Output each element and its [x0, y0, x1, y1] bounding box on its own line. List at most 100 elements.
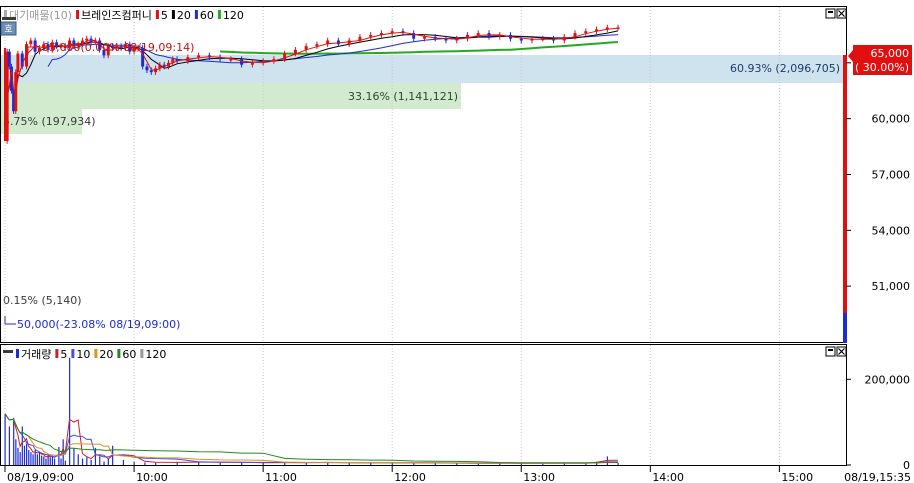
volume-bar — [36, 454, 38, 465]
volume-legend-label: 20 — [99, 348, 113, 361]
volume-legend-swatch — [117, 349, 121, 358]
legend-label: 60 — [200, 9, 214, 22]
candle-body — [149, 70, 153, 73]
volume-bar — [86, 457, 88, 465]
volume-bar — [8, 426, 11, 465]
candle-body — [197, 55, 201, 58]
x-tick-label: 13:00 — [523, 471, 555, 483]
candle-body — [145, 66, 149, 71]
volume-bar — [219, 462, 221, 465]
x-tick-label: 08/19,09:00 — [7, 471, 74, 483]
volume-legend-swatch — [16, 349, 19, 358]
volume-bar — [32, 454, 34, 465]
volume-bar — [103, 461, 105, 465]
volume-bar — [348, 463, 350, 465]
price-panel: 60.93% (2,096,705) 33.16% (1,141,121) 5.… — [0, 0, 914, 343]
volume-bar — [542, 463, 544, 465]
y-tick-label: 54,000 — [872, 224, 911, 237]
legend-label: 대기매물(10) — [9, 9, 72, 22]
legend-swatch — [194, 10, 198, 19]
volume-legend-label: 60 — [122, 348, 136, 361]
volume-ma60-line — [4, 413, 618, 464]
volume-bar — [81, 458, 84, 465]
current-price-change: ( 30.00%) — [855, 61, 909, 74]
volume-bar — [617, 462, 619, 465]
price-legend: 대기매물(10) 브레인즈컴퍼니 5 20 60 120 — [4, 9, 244, 22]
x-tick-label: 10:00 — [136, 471, 168, 483]
volume-bar — [60, 458, 62, 465]
volume-bar — [94, 447, 97, 465]
volume-bar — [26, 443, 28, 465]
volume-bar — [17, 447, 19, 465]
volume-bar — [99, 456, 101, 465]
band-small-label: 5.75% (197,934) — [3, 115, 96, 128]
candle-body — [250, 62, 254, 65]
candle-body — [293, 49, 297, 54]
candle-body — [476, 33, 480, 35]
legend-label: 브레인즈컴퍼니 — [81, 9, 152, 22]
volume-bar — [144, 462, 146, 465]
volume-bars — [4, 357, 619, 465]
high-annotation-group: 65,000(0.00% 08/19,09:14) — [27, 41, 194, 55]
legend-swatch — [217, 10, 221, 19]
volume-panel-handle-icon — [3, 350, 13, 353]
legend-swatch — [171, 10, 175, 19]
volume-legend-label: 120 — [145, 348, 166, 361]
volume-plot-frame — [0, 344, 847, 466]
volume-bar — [73, 447, 75, 465]
volume-maximize-icon[interactable] — [825, 346, 836, 357]
legend-label: 120 — [223, 9, 244, 22]
y-tick-label: 60,000 — [872, 113, 911, 126]
candle-body — [422, 36, 426, 39]
x-axis-date-label: 08/19,15:35 — [844, 471, 911, 483]
low-annotation-label: 50,000(-23.08% 08/19,09:00) — [17, 318, 180, 331]
volume-bar — [45, 458, 47, 465]
candle-body — [369, 34, 373, 37]
legend-label: 20 — [177, 9, 191, 22]
candle-body — [336, 40, 340, 45]
candle-body — [229, 59, 233, 61]
legend-swatch — [155, 10, 159, 19]
volume-bar — [47, 454, 49, 465]
x-tick-label: 14:00 — [652, 471, 684, 483]
volume-bar — [13, 417, 15, 465]
volume-bar — [90, 459, 92, 465]
candle-body — [347, 40, 351, 45]
volume-panel: 거래량 5 10 20 60 120 200,0000 — [0, 344, 911, 472]
band-green-label: 33.16% (1,141,121) — [348, 90, 458, 103]
volume-bar — [62, 439, 64, 465]
volume-bar — [155, 462, 157, 465]
volume-bar — [64, 460, 66, 465]
maximize-icon-bar — [828, 11, 833, 13]
volume-legend-label: 5 — [60, 348, 67, 361]
band-bottom-label: 0.15% (5,140) — [3, 294, 82, 307]
band-main-label: 60.93% (2,096,705) — [730, 62, 840, 75]
current-price-value: 65,000 — [871, 47, 910, 60]
candle-body — [7, 51, 11, 67]
volume-bar — [28, 450, 30, 465]
volume-ma20-line — [4, 413, 618, 464]
volume-bar — [477, 463, 479, 465]
candle-body — [584, 31, 588, 34]
volume-ma10-line — [4, 413, 619, 464]
high-annotation-label: 65,000(0.00% 08/19,09:14) — [42, 41, 194, 54]
volume-y-tick-label: 200,000 — [865, 373, 911, 386]
candle-body — [16, 53, 20, 73]
candle-body — [240, 59, 244, 65]
candle-body — [37, 47, 41, 52]
candle-body — [29, 40, 33, 45]
legend-label: 5 — [161, 9, 168, 22]
legend-swatch — [76, 10, 80, 19]
maximize-icon[interactable] — [825, 8, 836, 19]
volume-bar — [53, 458, 56, 465]
volume-bar — [38, 452, 41, 465]
volume-time-grid — [4, 345, 780, 465]
stock-chart: 60.93% (2,096,705) 33.16% (1,141,121) 5.… — [0, 0, 914, 483]
volume-bar — [107, 458, 109, 465]
volume-profile-band-main — [1, 55, 846, 83]
volume-maximize-icon-bar — [828, 349, 833, 351]
volume-legend-swatch — [94, 349, 98, 358]
low-annotation-group: 50,000(-23.08% 08/19,09:00) — [4, 316, 180, 331]
volume-bar — [30, 452, 32, 465]
x-tick-label: 12:00 — [394, 471, 426, 483]
